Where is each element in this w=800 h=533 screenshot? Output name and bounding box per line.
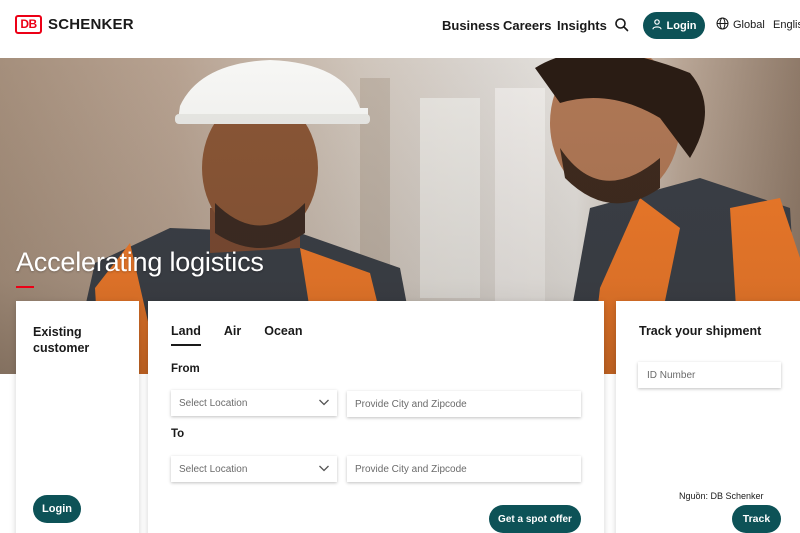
to-location-select[interactable]: Select Location (171, 456, 337, 482)
hero-title: Accelerating logistics (16, 247, 264, 277)
hero-accent-line (16, 286, 34, 288)
get-spot-offer-button[interactable]: Get a spot offer (489, 505, 581, 533)
chevron-down-icon (319, 399, 329, 406)
chevron-down-icon (319, 465, 329, 472)
global-selector[interactable]: Global (716, 17, 765, 33)
existing-customer-card: Existing customer Login (16, 301, 139, 533)
track-shipment-card: Track your shipment ID Number Nguồn: DB … (616, 301, 800, 533)
nav-careers[interactable]: Careers (503, 18, 551, 33)
nav-insights[interactable]: Insights (557, 18, 607, 33)
nav-business[interactable]: Business (442, 18, 500, 33)
track-button[interactable]: Track (732, 505, 781, 533)
tab-land[interactable]: Land (171, 324, 201, 346)
transport-quote-card: Land Air Ocean From Select Location Prov… (148, 301, 604, 533)
site-header: DB SCHENKER Business Careers Insights Lo… (0, 0, 800, 58)
language-selector[interactable]: English (773, 19, 800, 31)
tracking-id-input[interactable]: ID Number (638, 362, 781, 388)
search-icon[interactable] (613, 16, 631, 34)
track-shipment-title: Track your shipment (639, 324, 762, 338)
header-login-label: Login (666, 19, 697, 32)
existing-customer-login-button[interactable]: Login (33, 495, 81, 523)
from-label: From (171, 363, 200, 375)
image-source-caption: Nguồn: DB Schenker (679, 491, 764, 501)
transport-mode-tabs: Land Air Ocean (171, 324, 302, 346)
user-icon (651, 18, 662, 33)
logo-mark: DB (15, 15, 42, 34)
tab-air[interactable]: Air (224, 324, 241, 346)
tab-ocean[interactable]: Ocean (264, 324, 302, 346)
to-select-placeholder: Select Location (179, 464, 248, 475)
to-city-zip-input[interactable]: Provide City and Zipcode (347, 456, 581, 482)
from-city-zip-input[interactable]: Provide City and Zipcode (347, 391, 581, 417)
global-label: Global (733, 19, 765, 31)
from-location-select[interactable]: Select Location (171, 390, 337, 416)
globe-icon (716, 17, 729, 33)
header-login-button[interactable]: Login (643, 12, 705, 39)
existing-customer-title: Existing customer (33, 325, 90, 355)
from-select-placeholder: Select Location (179, 398, 248, 409)
db-schenker-logo[interactable]: DB SCHENKER (15, 15, 134, 34)
logo-text: SCHENKER (48, 16, 134, 33)
to-label: To (171, 428, 185, 440)
